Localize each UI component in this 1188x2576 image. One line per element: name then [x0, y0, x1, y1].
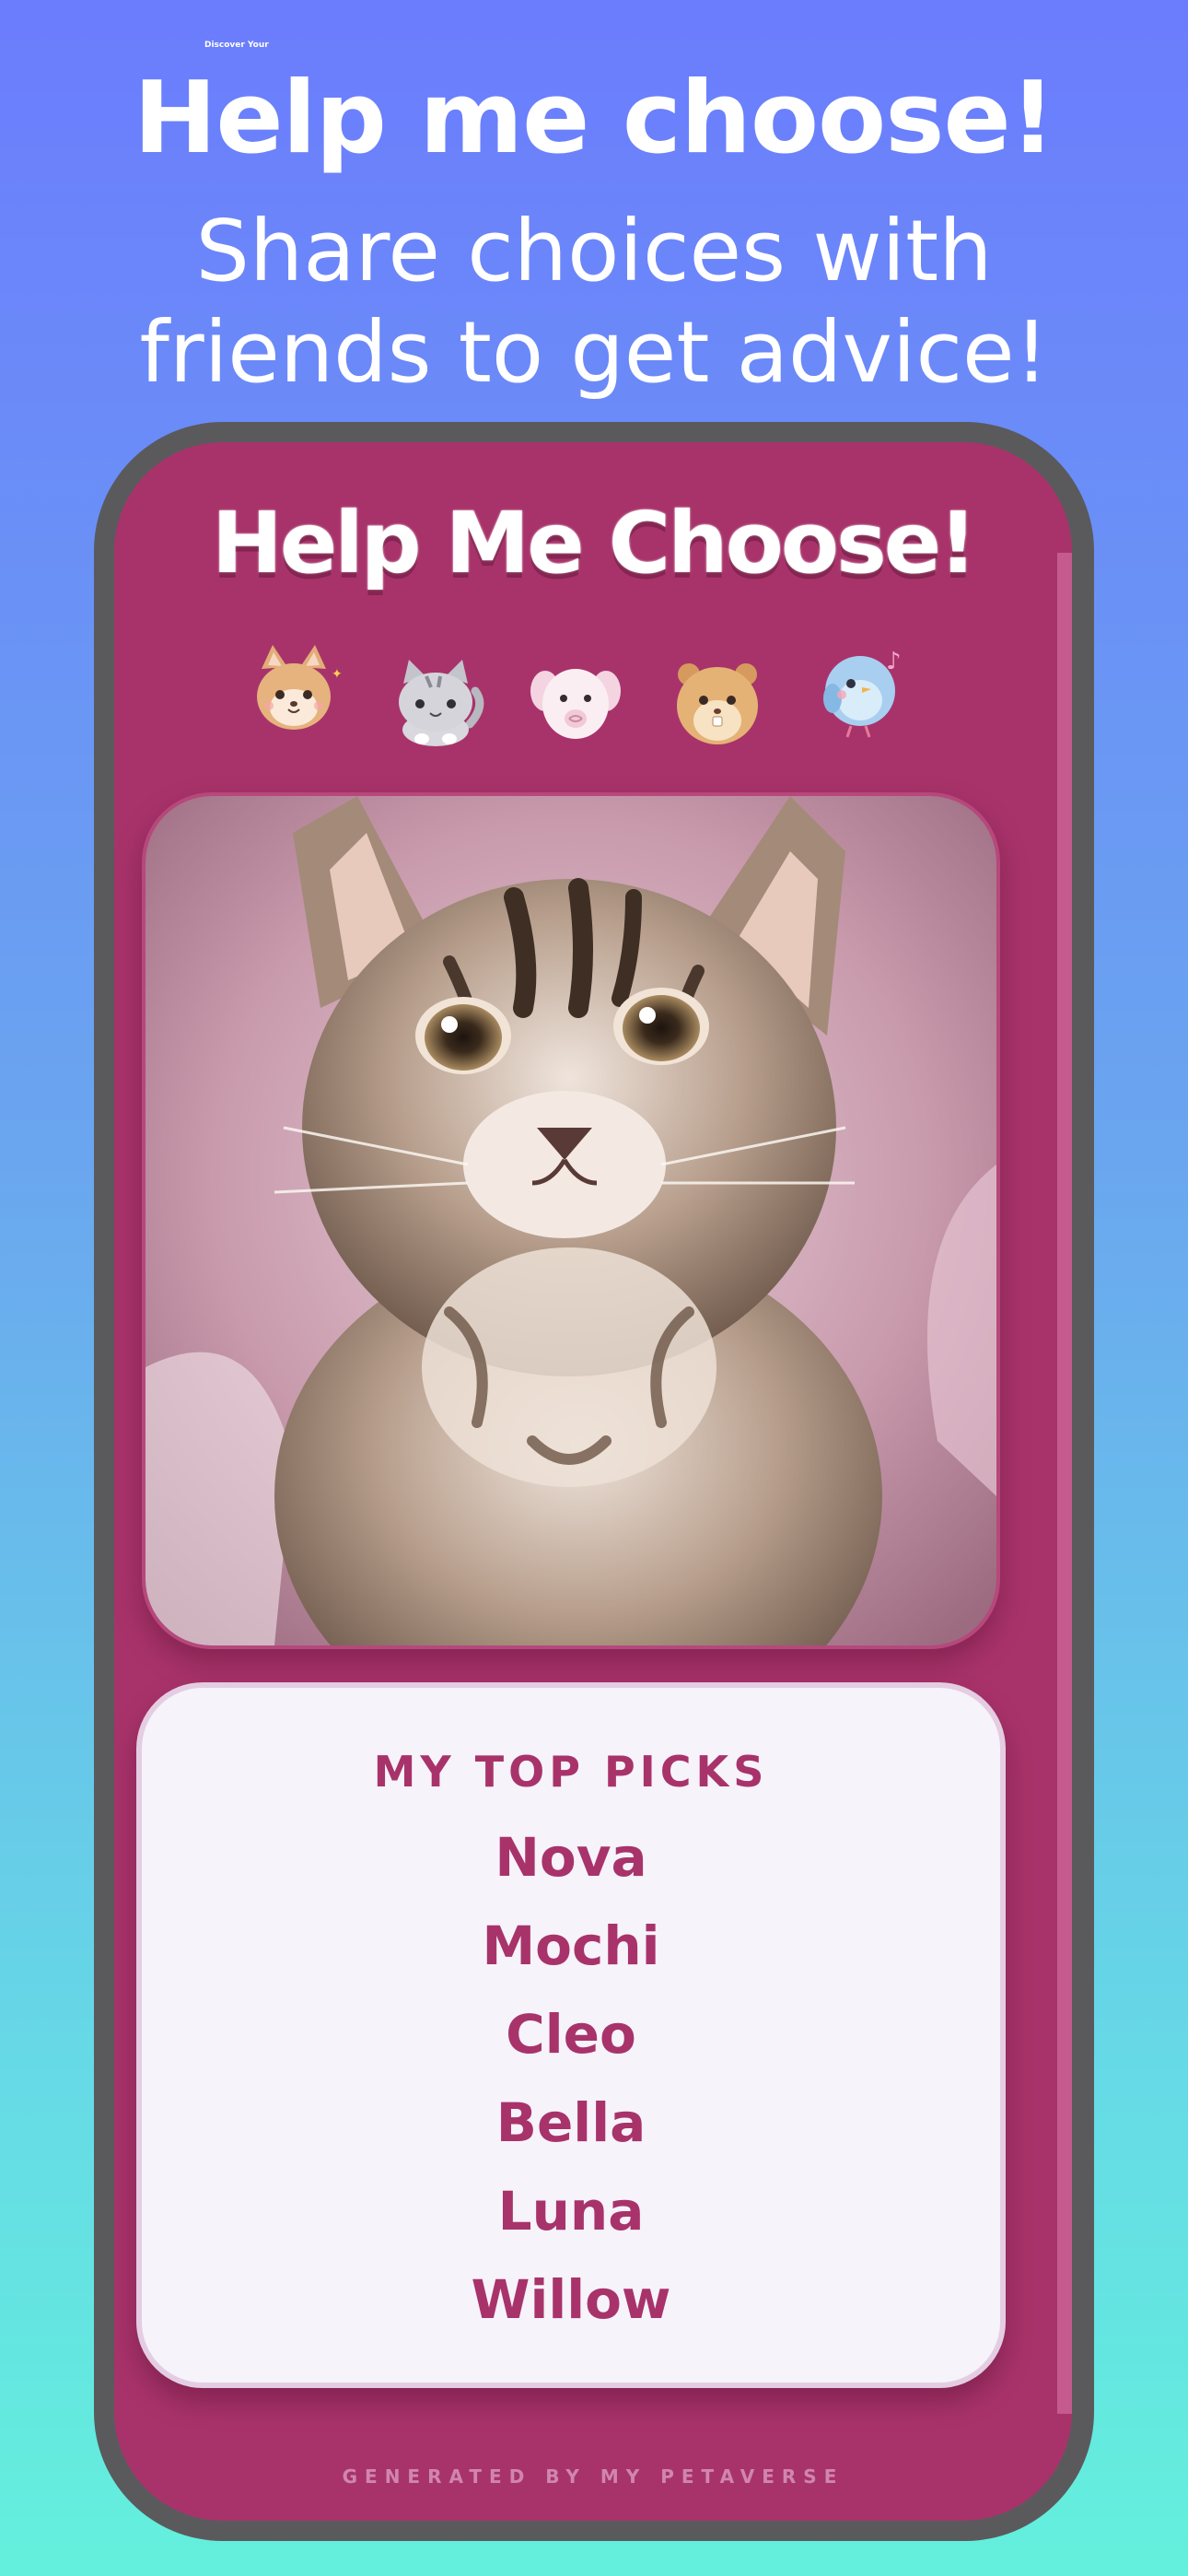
marketing-subheadline: Share choices with friends to get advice…: [139, 202, 1049, 402]
svg-text:✦: ✦: [332, 666, 343, 681]
pick-name: Willow: [471, 2268, 671, 2331]
top-picks-card: MY TOP PICKS Nova Mochi Cleo Bella Luna …: [136, 1682, 1006, 2388]
app-title: Help Me Choose!: [211, 494, 977, 592]
puppy-icon[interactable]: [525, 650, 626, 752]
discover-label: Discover Your: [204, 41, 269, 50]
footer-credit: GENERATED BY MY PETAVERSE: [342, 2465, 844, 2488]
pick-name: Luna: [497, 2180, 645, 2242]
top-picks-heading: MY TOP PICKS: [373, 1747, 769, 1797]
hamster-icon[interactable]: [667, 650, 768, 752]
pick-name: Bella: [495, 2091, 646, 2154]
pick-name: Cleo: [506, 2003, 636, 2066]
bird-icon[interactable]: ♪: [814, 641, 915, 743]
kitten-photo: [142, 792, 1000, 1649]
pet-icons-row: ✦ ♪: [114, 641, 1072, 752]
phone-screen: Help Me Choose! ✦ ♪ MY TOP PICKS Nova Mo…: [114, 442, 1072, 2521]
fox-icon[interactable]: ✦: [243, 641, 344, 743]
pick-name: Mochi: [482, 1914, 660, 1977]
cat-icon[interactable]: [385, 650, 486, 752]
pick-name: Nova: [495, 1826, 647, 1889]
marketing-headline: Help me choose!: [133, 61, 1055, 176]
svg-text:♪: ♪: [886, 648, 902, 675]
